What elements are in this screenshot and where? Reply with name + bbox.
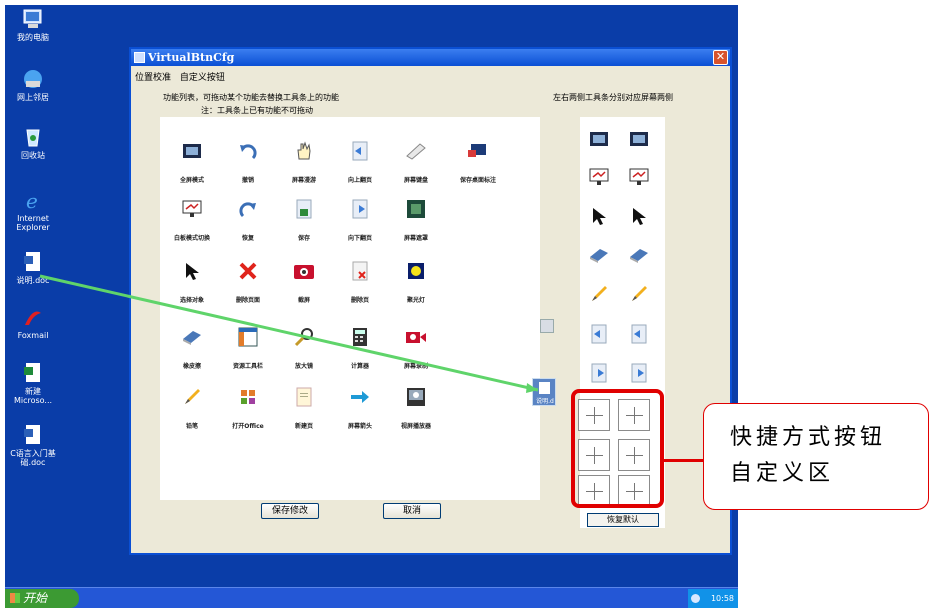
callout-line-1: 快捷方式按钮 [730,425,887,450]
drag-line [39,274,539,392]
callout-box: 快捷方式按钮 自定义区 [703,403,929,510]
callout-connector [664,459,704,462]
screenshot: 我的电脑 网上邻居 回收站 e Internet Explorer 说明.doc Foxma… [0,0,930,608]
callout-line-2: 自定义区 [730,461,835,486]
drag-arrowhead [526,383,538,393]
drag-path-overlay [39,274,539,393]
highlight-box [571,389,664,508]
